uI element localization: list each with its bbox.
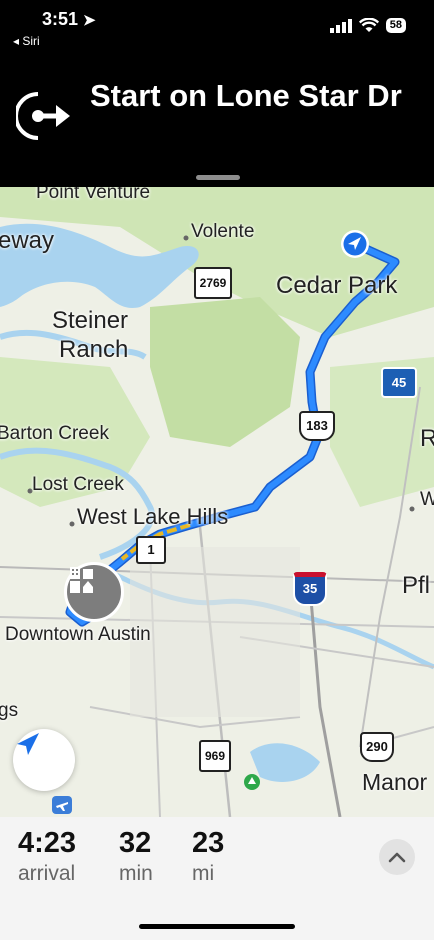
back-to-siri-link[interactable]: ◂ Siri (13, 34, 40, 48)
arrival-time: 4:23 (18, 827, 77, 859)
start-location-marker (341, 230, 369, 258)
arrival-stat: 4:23 arrival (18, 827, 76, 886)
status-time: 3:51 ➤ (42, 9, 96, 29)
duration-stat: 32 min (119, 827, 153, 886)
duration-value: 32 (119, 827, 152, 859)
expand-card-button[interactable] (379, 839, 415, 875)
battery-indicator: 58 (385, 18, 406, 33)
distance-stat: 23 mi (192, 827, 224, 886)
map-label-r: R (420, 425, 434, 452)
map-label-steiner: Steiner (52, 307, 129, 334)
buildings-icon (70, 567, 93, 593)
home-indicator[interactable] (139, 924, 295, 929)
arrival-label: arrival (18, 862, 76, 885)
highway-shield-183: 183 (299, 411, 335, 441)
distance-value: 23 (192, 827, 225, 859)
map-label-eway: eway (0, 227, 55, 254)
toll-shield-45: 45 (381, 367, 417, 398)
trip-summary-card[interactable]: 4:23 arrival 32 min 23 mi (0, 817, 434, 940)
map-label-pfl: Pfl (402, 572, 431, 599)
interstate-shield-35: 35 (293, 572, 327, 606)
duration-label: min (119, 862, 153, 885)
map-label-volente: Volente (191, 221, 255, 242)
map-label-ranch: Ranch (59, 336, 129, 363)
map-label-point-venture: Point Venture (36, 187, 151, 203)
map-view[interactable]: Point Venture eway Volente Cedar Park St… (0, 187, 434, 817)
status-bar: 3:51 ➤ ◂ Siri 58 (0, 0, 434, 58)
turn-right-icon (16, 92, 70, 140)
map-label-cedar-park: Cedar Park (276, 272, 398, 299)
map-label-lost-creek: Lost Creek (32, 474, 124, 495)
highway-shield-2769: 2769 (194, 267, 232, 299)
turn-instruction: Start on Lone Star Dr (90, 78, 402, 113)
highway-shield-1: 1 (136, 536, 166, 564)
map-label-manor: Manor (362, 769, 428, 795)
park-icon (244, 774, 260, 790)
highway-shield-969: 969 (199, 740, 231, 772)
distance-label: mi (192, 862, 215, 885)
map-label-barton-creek: Barton Creek (0, 423, 109, 444)
cellular-signal-icon (329, 18, 352, 33)
location-arrow-icon (17, 733, 39, 755)
wifi-icon (358, 18, 379, 32)
map-label-downtown-austin: Downtown Austin (5, 624, 151, 645)
chevron-up-icon (388, 852, 406, 863)
banner-grabber[interactable] (196, 175, 240, 180)
map-label-west-lake-hills: West Lake Hills (77, 504, 229, 529)
destination-cluster-marker[interactable] (64, 562, 124, 622)
highway-shield-290: 290 (360, 732, 394, 762)
navigation-banner[interactable]: Start on Lone Star Dr (0, 58, 434, 186)
map-label-w: W (420, 489, 434, 510)
status-icons: 58 (329, 18, 406, 33)
current-location-button[interactable] (13, 729, 75, 791)
airport-icon (52, 796, 72, 814)
map-label-gs: gs (0, 700, 19, 721)
